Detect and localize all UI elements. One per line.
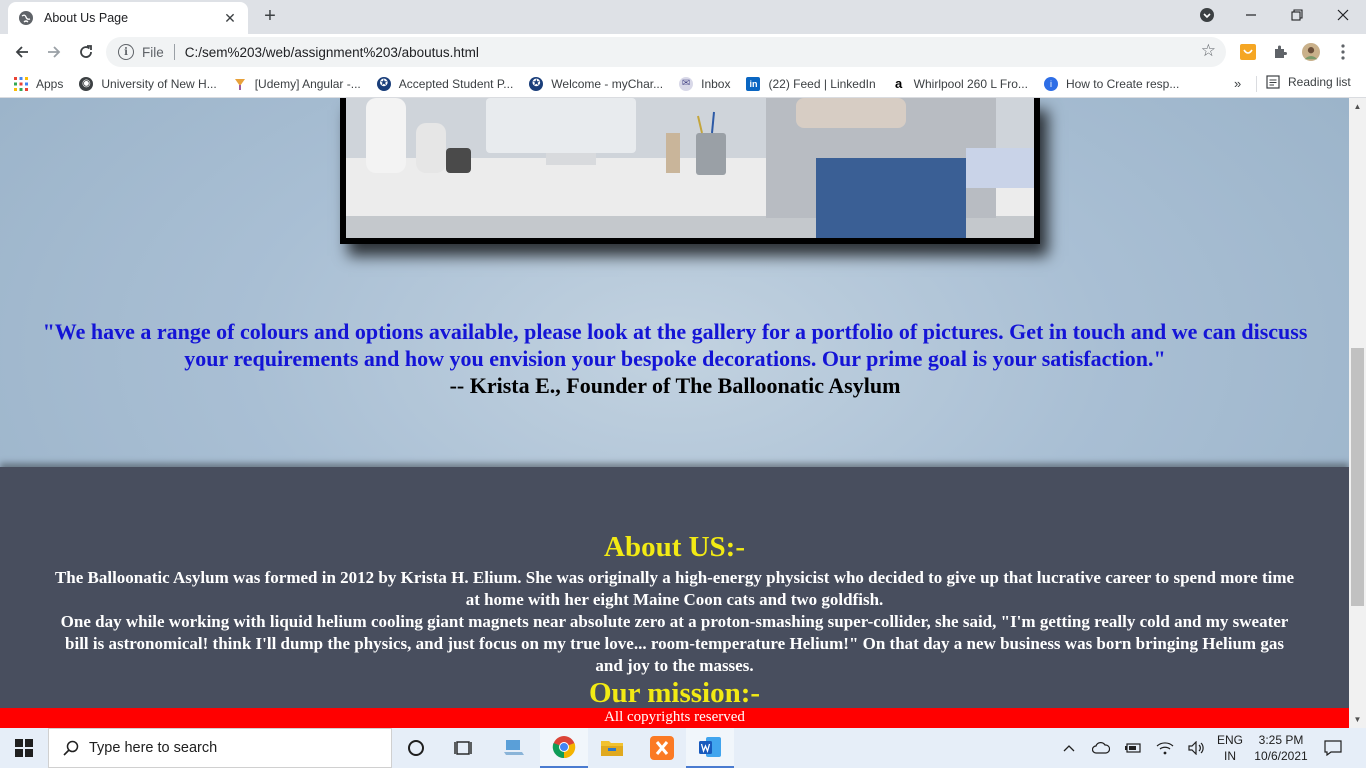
tab-title: About Us Page — [44, 11, 129, 25]
bookmarks-overflow-chevron-icon[interactable]: » — [1234, 76, 1241, 91]
xampp-icon[interactable] — [638, 728, 686, 768]
bookmark-how-to-create[interactable]: i How to Create resp... — [1043, 76, 1180, 91]
globe-icon — [18, 10, 34, 26]
minimize-icon[interactable] — [1236, 0, 1266, 30]
language-label: ENG — [1216, 733, 1243, 747]
language-indicator[interactable]: ENG IN — [1212, 728, 1248, 768]
quote-author: -- Krista E., Founder of The Balloonatic… — [449, 373, 901, 398]
tab-close-icon[interactable]: ✕ — [222, 10, 238, 27]
reading-list-icon — [1266, 75, 1280, 89]
globe-icon: ◉ — [79, 76, 94, 91]
info-icon: i — [1043, 76, 1058, 91]
profile-avatar[interactable] — [1302, 43, 1320, 61]
search-placeholder: Type here to search — [89, 740, 218, 756]
bookmark-university[interactable]: ◉ University of New H... — [79, 76, 217, 91]
bookmark-mycharger[interactable]: ✪ Welcome - myChar... — [529, 76, 664, 91]
laptop-app-icon[interactable] — [490, 728, 538, 768]
search-icon — [63, 740, 79, 756]
page-scrollbar[interactable]: ▲ ▼ — [1349, 98, 1366, 728]
mail-icon: ✉ — [679, 76, 694, 91]
about-paragraph: The Balloonatic Asylum was formed in 201… — [54, 568, 1295, 609]
task-view-icon[interactable] — [440, 728, 488, 768]
region-label: IN — [1224, 749, 1236, 763]
bookmark-label: Apps — [36, 76, 64, 91]
notifications-icon[interactable] — [1318, 728, 1348, 768]
founder-quote: "We have a range of colours and options … — [42, 319, 1308, 371]
amazon-icon: a — [895, 76, 903, 91]
file-explorer-icon[interactable] — [588, 728, 636, 768]
tray-overflow-chevron-icon[interactable] — [1058, 728, 1080, 768]
browser-toolbar: i File C:/sem%203/web/assignment%203/abo… — [0, 34, 1366, 70]
forward-arrow-icon[interactable] — [40, 38, 68, 66]
window-close-icon[interactable] — [1328, 0, 1358, 30]
tab-search-icon[interactable] — [1192, 0, 1222, 30]
bookmark-accepted-student[interactable]: ✪ Accepted Student P... — [376, 76, 514, 91]
bookmark-label: How to Create resp... — [1065, 76, 1180, 91]
bookmark-label: Whirlpool 260 L Fro... — [913, 76, 1028, 91]
scroll-down-arrow-icon[interactable]: ▼ — [1349, 711, 1366, 728]
bookmarks-divider — [1256, 76, 1257, 92]
windows-taskbar: Type here to search ENG IN 3:25 PM 10/6/… — [0, 728, 1366, 768]
chrome-icon[interactable] — [540, 728, 588, 768]
volume-icon[interactable] — [1184, 728, 1210, 768]
bookmark-star-icon[interactable]: ☆ — [1201, 41, 1216, 61]
onedrive-cloud-icon[interactable] — [1088, 728, 1114, 768]
address-url[interactable]: C:/sem%203/web/assignment%203/aboutus.ht… — [185, 45, 479, 60]
address-scheme: File — [142, 44, 164, 60]
office-desk-photo — [346, 98, 1034, 238]
university-icon: ✪ — [376, 76, 391, 91]
bookmark-udemy[interactable]: [Udemy] Angular -... — [233, 77, 361, 91]
extension-orange-icon[interactable] — [1239, 43, 1257, 61]
footer-copyright: All copyrights reserved — [0, 708, 1349, 728]
linkedin-icon: in — [746, 76, 761, 91]
restore-icon[interactable] — [1282, 0, 1312, 30]
bookmarks-bar: Apps ◉ University of New H... [Udemy] An… — [0, 70, 1366, 98]
battery-icon[interactable] — [1120, 728, 1146, 768]
page-viewport: "We have a range of colours and options … — [0, 98, 1349, 728]
hero-image-frame — [340, 98, 1040, 244]
apps-grid-icon — [14, 76, 28, 91]
scroll-thumb[interactable] — [1351, 348, 1364, 606]
bookmark-label: University of New H... — [101, 76, 217, 91]
tab-about-us[interactable]: About Us Page ✕ — [8, 2, 248, 34]
reading-list-button[interactable]: Reading list — [1266, 75, 1351, 89]
back-arrow-icon[interactable] — [8, 38, 36, 66]
bookmark-label: Welcome - myChar... — [551, 76, 664, 91]
clock-time: 3:25 PM — [1258, 733, 1304, 747]
reload-icon[interactable] — [72, 38, 100, 66]
udemy-icon — [233, 77, 247, 91]
new-tab-button[interactable]: + — [258, 5, 282, 29]
about-paragraph: One day while working with liquid helium… — [60, 612, 1289, 675]
scroll-up-arrow-icon[interactable]: ▲ — [1349, 98, 1366, 115]
bookmark-label: [Udemy] Angular -... — [254, 76, 361, 91]
site-info-icon[interactable]: i — [118, 44, 134, 60]
word-icon[interactable] — [686, 728, 734, 768]
browser-menu-icon[interactable] — [1334, 43, 1352, 61]
about-text: The Balloonatic Asylum was formed in 201… — [50, 567, 1299, 677]
bookmark-apps[interactable]: Apps — [14, 76, 64, 91]
tab-strip: About Us Page ✕ + — [0, 0, 1366, 34]
cortana-icon[interactable] — [392, 728, 440, 768]
about-section: About US:- The Balloonatic Asylum was fo… — [0, 467, 1349, 728]
extensions-puzzle-icon[interactable] — [1271, 43, 1289, 61]
about-heading: About US:- — [604, 531, 745, 563]
taskbar-search-box[interactable]: Type here to search — [48, 728, 392, 768]
bookmark-label: (22) Feed | LinkedIn — [768, 76, 876, 91]
bookmark-linkedin[interactable]: in (22) Feed | LinkedIn — [746, 76, 876, 91]
bookmark-label: Accepted Student P... — [398, 76, 514, 91]
bookmark-label: Inbox — [701, 76, 731, 91]
windows-start-icon[interactable] — [0, 728, 48, 768]
bookmark-amazon[interactable]: a Whirlpool 260 L Fro... — [892, 76, 1028, 91]
mission-heading: Our mission:- — [588, 677, 761, 709]
reading-list-label: Reading list — [1288, 75, 1351, 89]
wifi-icon[interactable] — [1152, 728, 1178, 768]
clock-date: 10/6/2021 — [1254, 749, 1308, 763]
address-bar[interactable]: i File C:/sem%203/web/assignment%203/abo… — [106, 37, 1226, 67]
university-icon: ✪ — [529, 76, 544, 91]
bookmark-inbox[interactable]: ✉ Inbox — [679, 76, 731, 91]
clock[interactable]: 3:25 PM 10/6/2021 — [1252, 728, 1310, 768]
address-separator — [173, 44, 175, 60]
